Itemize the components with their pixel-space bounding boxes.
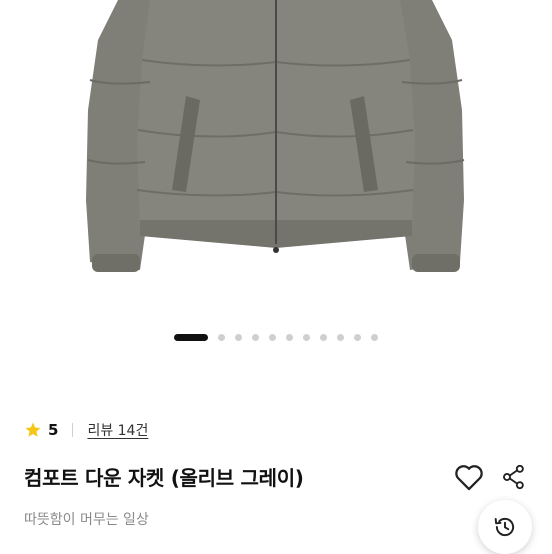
heart-icon[interactable]	[452, 460, 486, 494]
product-title: 컴포트 다운 자켓 (올리브 그레이)	[24, 466, 304, 490]
pagination-dot[interactable]	[303, 333, 310, 341]
pagination-dot[interactable]	[252, 333, 259, 341]
star-icon	[25, 422, 41, 437]
jacket-illustration	[86, 0, 465, 272]
recently-viewed-button[interactable]	[478, 500, 532, 554]
pagination-dot[interactable]	[286, 333, 293, 341]
brand-tagline[interactable]: 따뜻함이 머무는 일상	[24, 509, 149, 529]
product-image[interactable]	[0, 0, 552, 312]
pagination-dot[interactable]	[337, 333, 344, 341]
pagination-dot[interactable]	[235, 333, 242, 341]
history-icon	[494, 517, 515, 537]
pagination-dot[interactable]	[371, 333, 378, 341]
pagination-dot[interactable]	[269, 333, 276, 341]
rating-row: 5 리뷰 14건	[24, 418, 148, 442]
rating-value: 5	[48, 421, 59, 439]
pagination-dot[interactable]	[320, 333, 327, 341]
divider	[72, 423, 74, 437]
pagination-dot[interactable]	[218, 333, 225, 341]
image-pagination[interactable]	[0, 331, 552, 343]
review-count-link[interactable]: 리뷰 14건	[87, 420, 148, 440]
pagination-dot-active[interactable]	[174, 333, 208, 341]
share-icon[interactable]	[500, 462, 528, 492]
pagination-dot[interactable]	[354, 333, 361, 341]
